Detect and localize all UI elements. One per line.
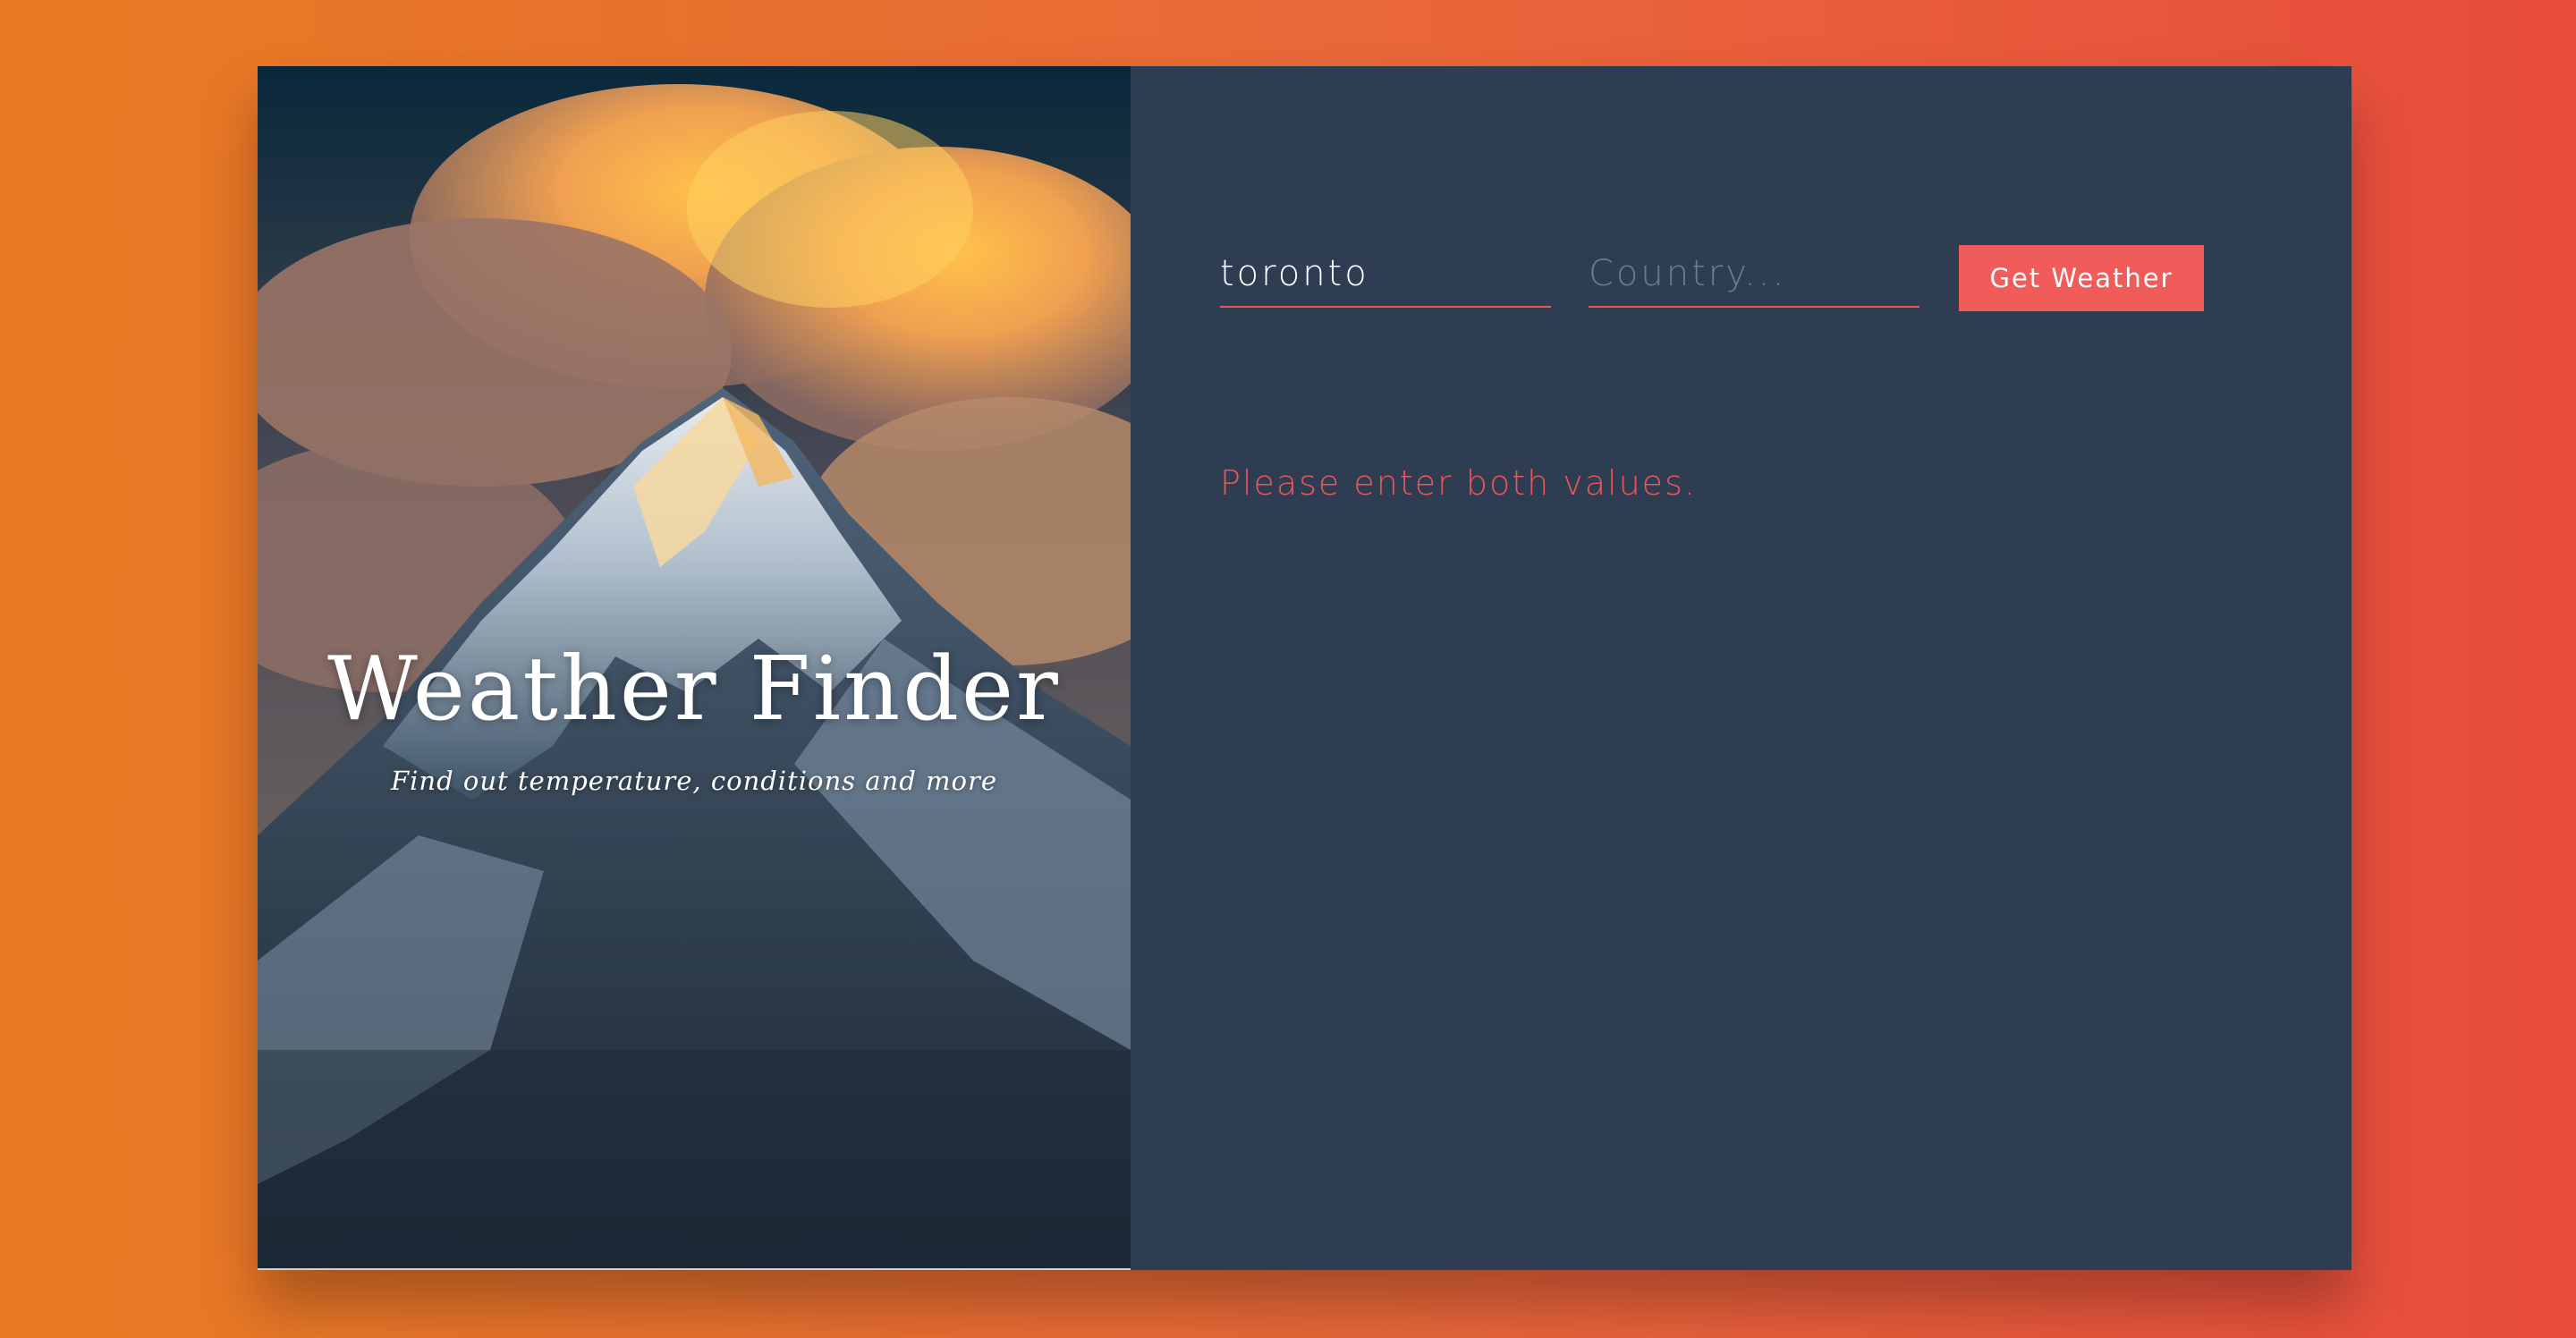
hero-text: Weather Finder Find out temperature, con…	[258, 639, 1131, 796]
weather-app-card: Weather Finder Find out temperature, con…	[258, 66, 2351, 1270]
city-input[interactable]	[1220, 249, 1551, 308]
weather-form: Get Weather	[1220, 245, 2204, 311]
error-message: Please enter both values.	[1220, 463, 1697, 503]
form-panel: Get Weather Please enter both values.	[1131, 66, 2351, 1270]
country-input[interactable]	[1589, 249, 1919, 308]
page-title: Weather Finder	[327, 639, 1061, 741]
hero-image-panel: Weather Finder Find out temperature, con…	[258, 66, 1131, 1270]
get-weather-button[interactable]: Get Weather	[1959, 245, 2204, 311]
page-subtitle: Find out temperature, conditions and mor…	[391, 766, 997, 796]
